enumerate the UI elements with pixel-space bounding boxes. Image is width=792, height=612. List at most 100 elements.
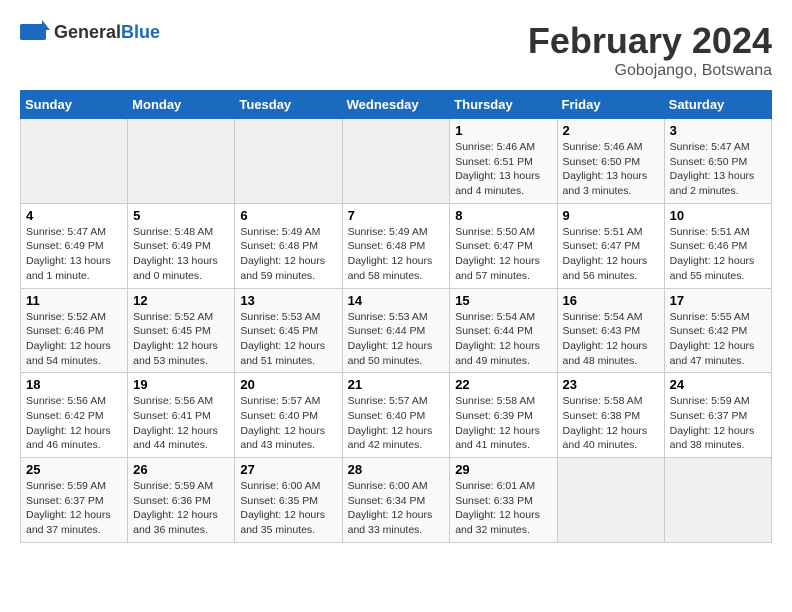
calendar-cell: 1Sunrise: 5:46 AM Sunset: 6:51 PM Daylig… — [450, 119, 557, 204]
calendar-cell: 2 Sunrise: 5:46 AM Sunset: 6:50 PM Daylig… — [557, 119, 664, 204]
day-info: Sunrise: 5:53 AM Sunset: 6:45 PM Dayligh… — [240, 310, 336, 369]
day-number: 10 — [670, 208, 766, 223]
title-area: February 2024 Gobojango, Botswana — [528, 20, 772, 80]
day-info: Sunrise: 6:00 AM Sunset: 6:35 PM Dayligh… — [240, 479, 336, 538]
day-info: Sunrise: 5:52 AM Sunset: 6:46 PM Dayligh… — [26, 310, 122, 369]
day-info: Sunrise: 5:51 AM Sunset: 6:47 PM Dayligh… — [563, 225, 659, 284]
day-number: 24 — [670, 377, 766, 392]
calendar-header-row: SundayMondayTuesdayWednesdayThursdayFrid… — [21, 91, 772, 119]
day-number: 6 — [240, 208, 336, 223]
calendar-title: February 2024 — [528, 20, 772, 62]
day-info: Sunrise: 5:57 AM Sunset: 6:40 PM Dayligh… — [348, 394, 445, 453]
day-number: 28 — [348, 462, 445, 477]
calendar-cell: 7 Sunrise: 5:49 AM Sunset: 6:48 PM Daylig… — [342, 203, 450, 288]
day-info: Sunrise: 5:54 AM Sunset: 6:44 PM Dayligh… — [455, 310, 551, 369]
calendar-cell: 13 Sunrise: 5:53 AM Sunset: 6:45 PM Dayli… — [235, 288, 342, 373]
header-saturday: Saturday — [664, 91, 771, 119]
calendar-cell: 27Sunrise: 6:00 AM Sunset: 6:35 PM Dayli… — [235, 458, 342, 543]
calendar-cell: 16 Sunrise: 5:54 AM Sunset: 6:43 PM Dayli… — [557, 288, 664, 373]
day-number: 13 — [240, 293, 336, 308]
week-row-3: 11Sunrise: 5:52 AM Sunset: 6:46 PM Dayli… — [21, 288, 772, 373]
day-number: 5 — [133, 208, 229, 223]
calendar-cell: 22 Sunrise: 5:58 AM Sunset: 6:39 PM Dayli… — [450, 373, 557, 458]
day-info: Sunrise: 5:59 AM Sunset: 6:37 PM Dayligh… — [26, 479, 122, 538]
calendar-cell — [21, 119, 128, 204]
day-number: 23 — [563, 377, 659, 392]
calendar-cell: 21 Sunrise: 5:57 AM Sunset: 6:40 PM Dayli… — [342, 373, 450, 458]
week-row-2: 4Sunrise: 5:47 AM Sunset: 6:49 PM Daylig… — [21, 203, 772, 288]
day-number: 1 — [455, 123, 551, 138]
calendar-cell: 8Sunrise: 5:50 AM Sunset: 6:47 PM Daylig… — [450, 203, 557, 288]
day-info: Sunrise: 5:52 AM Sunset: 6:45 PM Dayligh… — [133, 310, 229, 369]
day-info: Sunrise: 5:54 AM Sunset: 6:43 PM Dayligh… — [563, 310, 659, 369]
calendar-cell: 26 Sunrise: 5:59 AM Sunset: 6:36 PM Dayli… — [128, 458, 235, 543]
calendar-cell: 3Sunrise: 5:47 AM Sunset: 6:50 PM Daylig… — [664, 119, 771, 204]
day-number: 18 — [26, 377, 122, 392]
week-row-5: 25 Sunrise: 5:59 AM Sunset: 6:37 PM Dayli… — [21, 458, 772, 543]
day-number: 7 — [348, 208, 445, 223]
calendar-cell: 4Sunrise: 5:47 AM Sunset: 6:49 PM Daylig… — [21, 203, 128, 288]
calendar-cell — [342, 119, 450, 204]
calendar-cell — [557, 458, 664, 543]
calendar-cell: 5 Sunrise: 5:48 AM Sunset: 6:49 PM Daylig… — [128, 203, 235, 288]
day-number: 20 — [240, 377, 336, 392]
calendar-cell: 23Sunrise: 5:58 AM Sunset: 6:38 PM Dayli… — [557, 373, 664, 458]
calendar-cell: 20 Sunrise: 5:57 AM Sunset: 6:40 PM Dayli… — [235, 373, 342, 458]
calendar-cell: 9 Sunrise: 5:51 AM Sunset: 6:47 PM Daylig… — [557, 203, 664, 288]
day-number: 9 — [563, 208, 659, 223]
day-number: 22 — [455, 377, 551, 392]
calendar-cell: 11Sunrise: 5:52 AM Sunset: 6:46 PM Dayli… — [21, 288, 128, 373]
day-info: Sunrise: 6:01 AM Sunset: 6:33 PM Dayligh… — [455, 479, 551, 538]
header-sunday: Sunday — [21, 91, 128, 119]
day-number: 26 — [133, 462, 229, 477]
day-number: 25 — [26, 462, 122, 477]
calendar-cell — [235, 119, 342, 204]
calendar-cell: 12 Sunrise: 5:52 AM Sunset: 6:45 PM Dayli… — [128, 288, 235, 373]
day-info: Sunrise: 5:55 AM Sunset: 6:42 PM Dayligh… — [670, 310, 766, 369]
day-info: Sunrise: 5:57 AM Sunset: 6:40 PM Dayligh… — [240, 394, 336, 453]
calendar-cell: 19Sunrise: 5:56 AM Sunset: 6:41 PM Dayli… — [128, 373, 235, 458]
day-number: 4 — [26, 208, 122, 223]
calendar-cell: 29 Sunrise: 6:01 AM Sunset: 6:33 PM Dayli… — [450, 458, 557, 543]
day-info: Sunrise: 5:59 AM Sunset: 6:36 PM Dayligh… — [133, 479, 229, 538]
day-number: 29 — [455, 462, 551, 477]
header-friday: Friday — [557, 91, 664, 119]
day-info: Sunrise: 5:48 AM Sunset: 6:49 PM Dayligh… — [133, 225, 229, 284]
day-number: 2 — [563, 123, 659, 138]
logo-blue-text: Blue — [121, 22, 160, 42]
calendar-cell: 24 Sunrise: 5:59 AM Sunset: 6:37 PM Dayli… — [664, 373, 771, 458]
calendar-cell — [664, 458, 771, 543]
calendar-cell: 15 Sunrise: 5:54 AM Sunset: 6:44 PM Dayli… — [450, 288, 557, 373]
day-info: Sunrise: 6:00 AM Sunset: 6:34 PM Dayligh… — [348, 479, 445, 538]
page-header: GeneralBlue February 2024 Gobojango, Bot… — [20, 20, 772, 80]
day-number: 8 — [455, 208, 551, 223]
day-info: Sunrise: 5:47 AM Sunset: 6:50 PM Dayligh… — [670, 140, 766, 199]
day-number: 21 — [348, 377, 445, 392]
calendar-cell: 17 Sunrise: 5:55 AM Sunset: 6:42 PM Dayli… — [664, 288, 771, 373]
calendar-cell: 28 Sunrise: 6:00 AM Sunset: 6:34 PM Dayli… — [342, 458, 450, 543]
day-info: Sunrise: 5:46 AM Sunset: 6:50 PM Dayligh… — [563, 140, 659, 199]
calendar-cell: 6 Sunrise: 5:49 AM Sunset: 6:48 PM Daylig… — [235, 203, 342, 288]
day-info: Sunrise: 5:58 AM Sunset: 6:39 PM Dayligh… — [455, 394, 551, 453]
day-info: Sunrise: 5:49 AM Sunset: 6:48 PM Dayligh… — [348, 225, 445, 284]
day-number: 12 — [133, 293, 229, 308]
day-number: 17 — [670, 293, 766, 308]
day-number: 16 — [563, 293, 659, 308]
calendar-cell: 10 Sunrise: 5:51 AM Sunset: 6:46 PM Dayli… — [664, 203, 771, 288]
header-tuesday: Tuesday — [235, 91, 342, 119]
day-number: 19 — [133, 377, 229, 392]
calendar-table: SundayMondayTuesdayWednesdayThursdayFrid… — [20, 90, 772, 543]
header-monday: Monday — [128, 91, 235, 119]
day-info: Sunrise: 5:59 AM Sunset: 6:37 PM Dayligh… — [670, 394, 766, 453]
calendar-cell: 25 Sunrise: 5:59 AM Sunset: 6:37 PM Dayli… — [21, 458, 128, 543]
day-number: 15 — [455, 293, 551, 308]
week-row-1: 1Sunrise: 5:46 AM Sunset: 6:51 PM Daylig… — [21, 119, 772, 204]
calendar-cell: 14Sunrise: 5:53 AM Sunset: 6:44 PM Dayli… — [342, 288, 450, 373]
day-info: Sunrise: 5:51 AM Sunset: 6:46 PM Dayligh… — [670, 225, 766, 284]
calendar-cell — [128, 119, 235, 204]
day-info: Sunrise: 5:49 AM Sunset: 6:48 PM Dayligh… — [240, 225, 336, 284]
header-thursday: Thursday — [450, 91, 557, 119]
calendar-cell: 18Sunrise: 5:56 AM Sunset: 6:42 PM Dayli… — [21, 373, 128, 458]
logo-icon — [20, 20, 50, 44]
day-info: Sunrise: 5:53 AM Sunset: 6:44 PM Dayligh… — [348, 310, 445, 369]
